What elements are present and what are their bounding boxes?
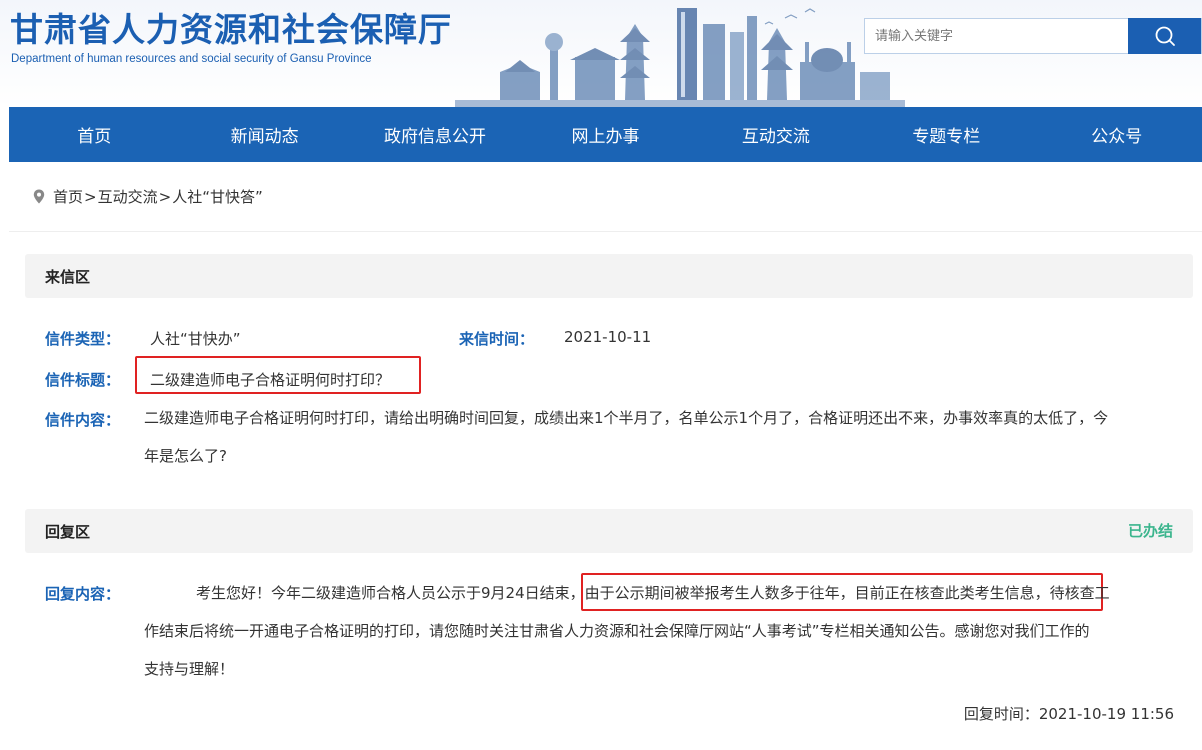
nav-item-news[interactable]: 新闻动态 [179,107,349,162]
site-title[interactable]: 甘肃省人力资源和社会保障厅 [10,10,452,50]
breadcrumb-home[interactable]: 首页 [53,186,83,207]
search-icon [1155,26,1175,46]
breadcrumb-interaction[interactable]: 互动交流 [98,186,158,207]
reply-content-line: 考生您好！今年二级建造师合格人员公示于9月24日结束，由于公示期间被举报考生人数… [144,574,1184,612]
letter-content: 二级建造师电子合格证明何时打印，请给出明确时间回复，成绩出来1个半月了，名单公示… [144,399,1184,475]
nav-item-special-topics[interactable]: 专题专栏 [861,107,1031,162]
search-button[interactable] [1128,18,1201,54]
reply-content-label: 回复内容： [45,585,121,603]
nav-item-public-account[interactable]: 公众号 [1032,107,1202,162]
reply-time: 回复时间：2021-10-19 11:56 [963,705,1174,723]
breadcrumb-separator: > [158,187,172,206]
letter-content-line: 二级建造师电子合格证明何时打印，请给出明确时间回复，成绩出来1个半月了，名单公示… [144,409,1109,427]
reply-content-line: 作结束后将统一开通电子合格证明的打印，请您随时关注甘肃省人力资源和社会保障厅网站… [144,622,1090,640]
breadcrumb-current[interactable]: 人社“甘快答” [172,186,263,207]
breadcrumb-separator: > [84,187,97,206]
nav-item-gov-info[interactable]: 政府信息公开 [350,107,520,162]
search-input[interactable] [865,19,1129,53]
reply-content: 考生您好！今年二级建造师合格人员公示于9月24日结束，由于公示期间被举报考生人数… [144,574,1184,688]
main-nav: 首页 新闻动态 政府信息公开 网上办事 互动交流 专题专栏 公众号 [9,107,1202,162]
location-pin-icon [33,189,45,204]
reply-text-part: ，待核查工 [1034,584,1110,602]
letter-section-title: 来信区 [45,267,91,286]
reply-text-part: 考生您好！今年二级建造师合格人员公示于9月24日结束 [196,584,570,602]
site-subtitle: Department of human resources and social… [11,53,372,65]
letter-content-label: 信件内容： [45,411,121,429]
letter-content-line: 年是怎么了? [144,447,227,465]
breadcrumb: 首页 > 互动交流 > 人社“甘快答” [9,162,1202,232]
nav-item-home[interactable]: 首页 [9,107,179,162]
letter-title-label: 信件标题： [45,371,121,389]
letter-type-label: 信件类型： [45,330,121,348]
letter-time-value: 2021-10-11 [564,328,652,346]
nav-item-online-service[interactable]: 网上办事 [520,107,690,162]
search-box [864,18,1202,54]
site-header: 甘肃省人力资源和社会保障厅 Department of human resour… [0,0,1202,107]
city-skyline-banner [455,8,905,107]
status-badge: 已办结 [1127,522,1173,540]
reply-text-highlighted: ，由于公示期间被举报考生人数多于往年，目前正在核查此类考生信息 [569,584,1035,602]
nav-item-interaction[interactable]: 互动交流 [691,107,861,162]
letter-title-value: 二级建造师电子合格证明何时打印？ [150,371,391,389]
letter-type-value: 人社“甘快办” [150,330,241,348]
letter-section-header: 来信区 [25,254,1193,298]
reply-section-title: 回复区 [45,522,91,541]
letter-time-label: 来信时间： [459,330,535,348]
reply-section-header: 回复区 已办结 [25,509,1193,553]
reply-content-line: 支持与理解！ [144,660,235,678]
